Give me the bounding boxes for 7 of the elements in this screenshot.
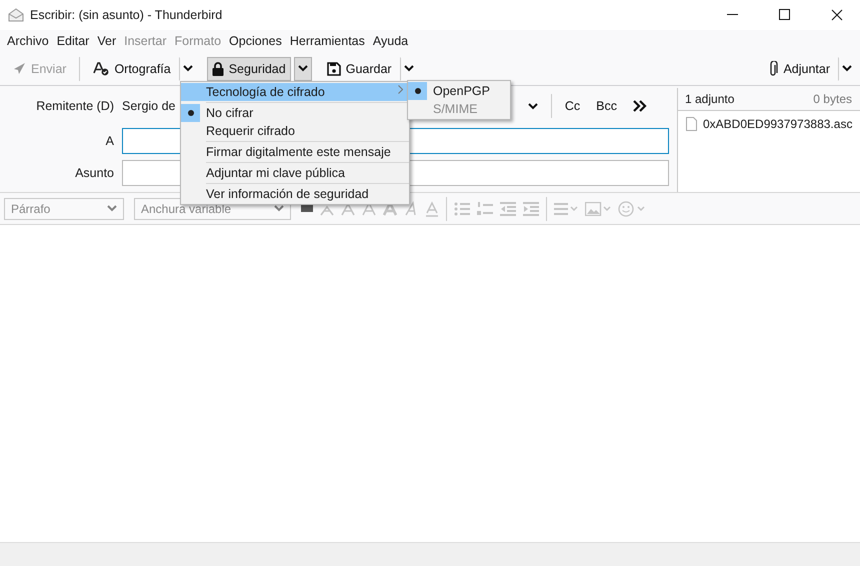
field-label: Asunto	[75, 166, 114, 180]
attachment-count: 1 adjunto	[685, 92, 734, 106]
window-title: Escribir: (sin asunto) - Thunderbird	[30, 8, 224, 22]
field-label: Remitente (D)	[36, 99, 114, 113]
file-name: 0xABD0ED9937973883.asc	[703, 117, 852, 131]
field-label: A	[106, 134, 114, 148]
attachment-size: 0 bytes	[813, 92, 852, 106]
